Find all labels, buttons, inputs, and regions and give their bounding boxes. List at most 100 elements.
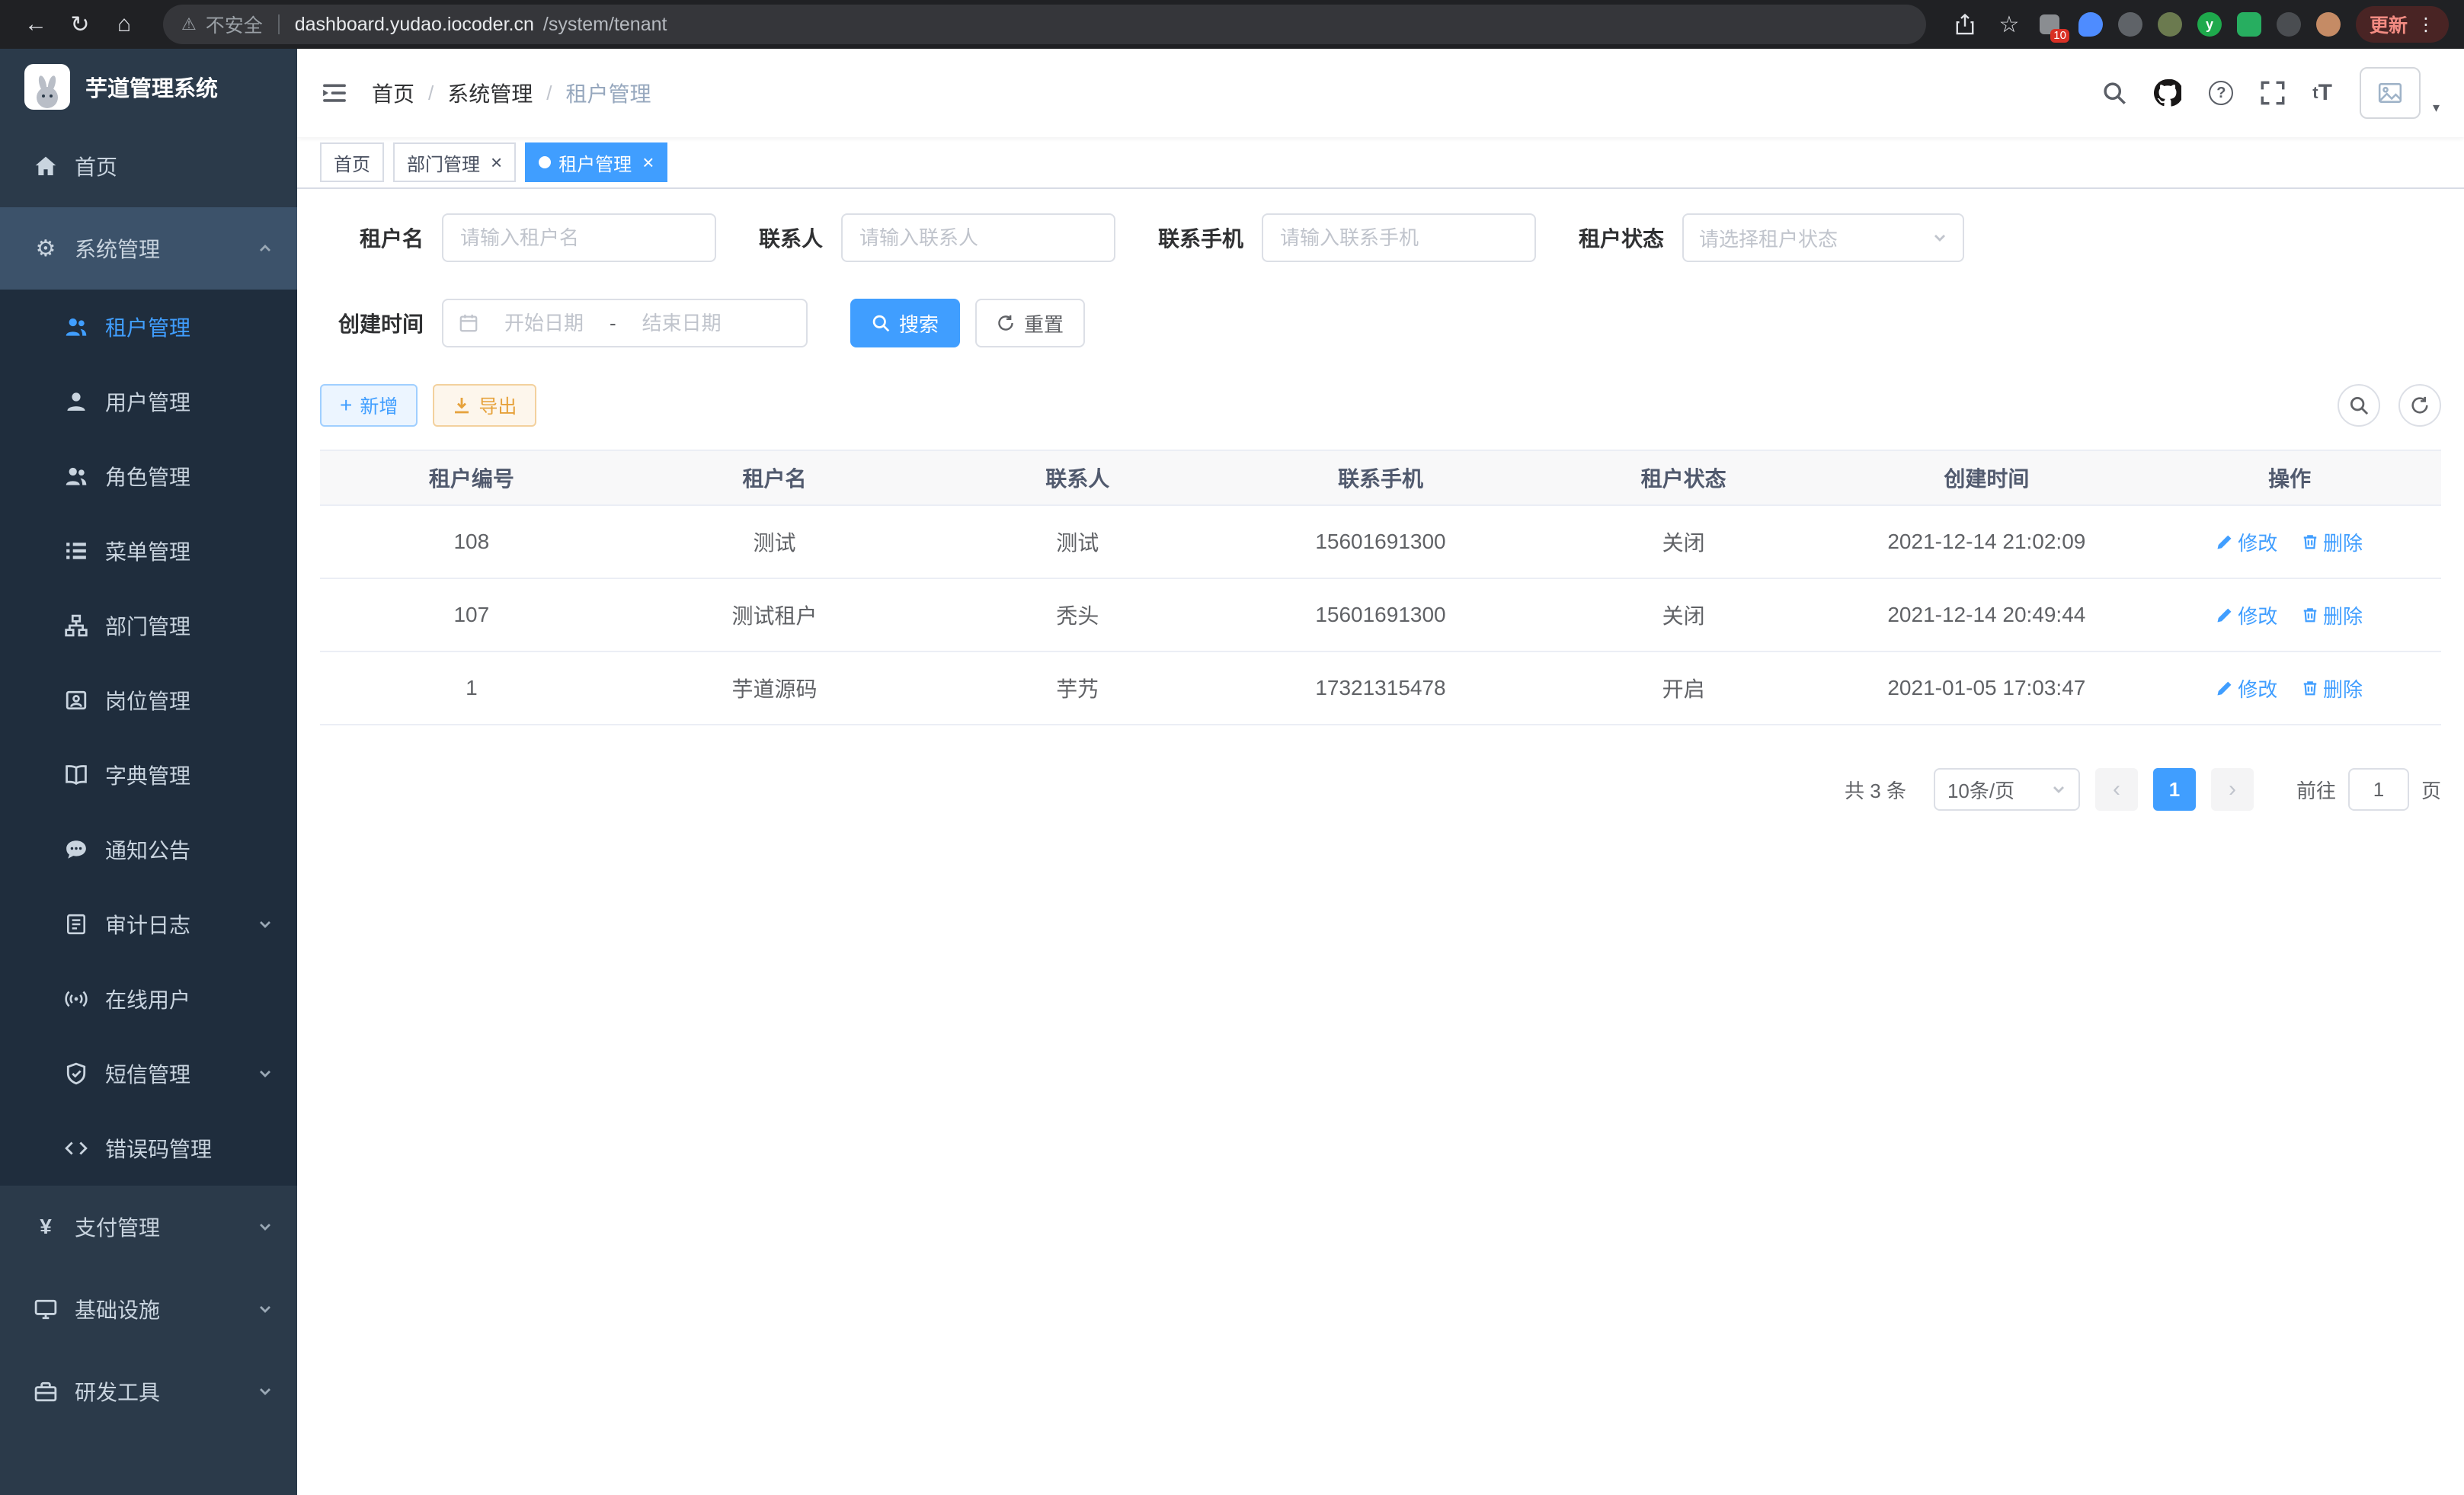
sidebar-item-sms[interactable]: 短信管理 <box>0 1036 297 1111</box>
cell-contact: 秃头 <box>926 578 1229 651</box>
extension-globe-icon[interactable] <box>2118 12 2142 37</box>
search-button-label: 搜索 <box>899 309 939 338</box>
extensions-puzzle-icon[interactable] <box>2277 12 2301 37</box>
page-number-1[interactable]: 1 <box>2153 768 2196 811</box>
share-icon[interactable] <box>1944 4 1986 45</box>
update-label: 更新 <box>2370 11 2408 38</box>
sidebar-item-post[interactable]: 岗位管理 <box>0 663 297 738</box>
reset-button[interactable]: 重置 <box>975 299 1085 347</box>
sidebar-item-dev-tools[interactable]: 研发工具 <box>0 1350 297 1433</box>
url-path: /system/tenant <box>543 14 667 36</box>
cell-status: 关闭 <box>1532 578 1835 651</box>
extension-badge-icon[interactable]: 10 <box>2036 11 2063 38</box>
sidebar-logo[interactable]: 芋道管理系统 <box>0 49 297 125</box>
chevron-down-icon <box>2051 782 2066 797</box>
fullscreen-icon[interactable] <box>2261 81 2285 105</box>
cell-contact: 芋艿 <box>926 651 1229 725</box>
sidebar-item-tenant[interactable]: 租户管理 <box>0 290 297 364</box>
address-bar[interactable]: ⚠ 不安全 dashboard.yudao.iocoder.cn/system/… <box>163 5 1926 44</box>
calendar-icon <box>459 313 478 333</box>
breadcrumb-home[interactable]: 首页 <box>372 78 414 108</box>
sidebar-item-notice[interactable]: 通知公告 <box>0 812 297 887</box>
export-button[interactable]: 导出 <box>433 384 536 427</box>
close-icon[interactable]: × <box>491 152 502 172</box>
tab-home[interactable]: 首页 <box>320 142 384 182</box>
sidebar-item-infra[interactable]: 基础设施 <box>0 1268 297 1350</box>
breadcrumb-current: 租户管理 <box>566 78 651 108</box>
page-size-select[interactable]: 10条/页 <box>1934 768 2080 811</box>
edit-link[interactable]: 修改 <box>2216 528 2277 556</box>
prev-page-button[interactable]: ‹ <box>2095 768 2138 811</box>
sidebar-item-role[interactable]: 角色管理 <box>0 439 297 514</box>
search-button[interactable]: 搜索 <box>850 299 960 347</box>
reload-icon[interactable]: ↻ <box>59 4 101 45</box>
avatar-caret-icon[interactable]: ▾ <box>2433 100 2440 116</box>
font-size-icon[interactable]: tT <box>2312 80 2332 106</box>
back-icon[interactable]: ← <box>15 4 56 45</box>
table-row: 107 测试租户 秃头 15601691300 关闭 2021-12-14 20… <box>320 578 2441 651</box>
sidebar-item-dict[interactable]: 字典管理 <box>0 738 297 812</box>
table-row: 108 测试 测试 15601691300 关闭 2021-12-14 21:0… <box>320 505 2441 578</box>
help-icon[interactable]: ? <box>2209 81 2233 105</box>
sidebar-item-online-users[interactable]: 在线用户 <box>0 962 297 1036</box>
extension-chat-icon[interactable] <box>2237 12 2261 37</box>
edit-link[interactable]: 修改 <box>2216 601 2277 629</box>
people-icon <box>64 465 88 488</box>
phone-input[interactable] <box>1262 213 1536 262</box>
sidebar-item-menu[interactable]: 菜单管理 <box>0 514 297 588</box>
add-button[interactable]: + 新增 <box>320 384 418 427</box>
sidebar-item-user[interactable]: 用户管理 <box>0 364 297 439</box>
status-select[interactable]: 请选择租户状态 <box>1682 213 1964 262</box>
sidebar-item-dept[interactable]: 部门管理 <box>0 588 297 663</box>
sidebar-item-system[interactable]: ⚙ 系统管理 <box>0 207 297 290</box>
extension-y-icon[interactable]: y <box>2197 12 2222 37</box>
user-avatar[interactable] <box>2360 67 2421 119</box>
cell-phone: 17321315478 <box>1229 651 1532 725</box>
breadcrumb-system[interactable]: 系统管理 <box>447 78 533 108</box>
main-area: 首页 / 系统管理 / 租户管理 ? tT <box>297 49 2464 1495</box>
address-separator <box>278 14 280 34</box>
sidebar-item-label: 短信管理 <box>105 1058 190 1089</box>
sidebar-fold-icon[interactable] <box>322 80 347 106</box>
delete-link[interactable]: 删除 <box>2302 528 2363 556</box>
delete-link[interactable]: 删除 <box>2302 601 2363 629</box>
contact-input[interactable] <box>841 213 1115 262</box>
edit-link[interactable]: 修改 <box>2216 674 2277 703</box>
sidebar-item-audit-log[interactable]: 审计日志 <box>0 887 297 962</box>
browser-menu-icon[interactable]: ⋮ <box>2417 14 2435 36</box>
add-button-label: 新增 <box>360 392 398 419</box>
toggle-search-button[interactable] <box>2338 384 2380 427</box>
date-end-input[interactable] <box>622 312 741 335</box>
header-search-icon[interactable] <box>2102 81 2126 105</box>
sidebar-item-label: 系统管理 <box>75 233 160 264</box>
tenant-name-input[interactable] <box>442 213 716 262</box>
browser-home-icon[interactable]: ⌂ <box>104 4 145 45</box>
sidebar-item-payment[interactable]: ¥ 支付管理 <box>0 1186 297 1268</box>
breadcrumb: 首页 / 系统管理 / 租户管理 <box>372 78 651 108</box>
app-title: 芋道管理系统 <box>85 71 218 103</box>
date-start-input[interactable] <box>485 312 603 335</box>
next-page-button[interactable]: › <box>2211 768 2254 811</box>
sidebar-item-label: 基础设施 <box>75 1294 160 1324</box>
broadcast-icon <box>64 988 88 1010</box>
tab-tenant[interactable]: 租户管理 × <box>525 142 667 182</box>
date-range-picker[interactable]: - <box>442 299 808 347</box>
close-icon[interactable]: × <box>642 152 654 172</box>
navbar-actions: ? tT ▾ <box>2102 67 2440 119</box>
extension-sphere-icon[interactable] <box>2158 12 2182 37</box>
delete-link[interactable]: 删除 <box>2302 674 2363 703</box>
bookmark-star-icon[interactable]: ☆ <box>1989 4 2030 45</box>
sidebar-item-error-code[interactable]: 错误码管理 <box>0 1111 297 1186</box>
github-icon[interactable] <box>2154 79 2181 107</box>
tab-dept[interactable]: 部门管理 × <box>393 142 516 182</box>
chevron-down-icon <box>258 1219 273 1234</box>
yen-icon: ¥ <box>34 1215 58 1239</box>
sidebar-item-label: 审计日志 <box>105 909 190 940</box>
browser-profile-avatar[interactable] <box>2316 12 2341 37</box>
browser-update-button[interactable]: 更新 ⋮ <box>2356 6 2449 43</box>
extension-drop-icon[interactable] <box>2078 12 2103 37</box>
refresh-table-button[interactable] <box>2398 384 2441 427</box>
goto-page-input[interactable] <box>2348 768 2409 811</box>
cell-tenant-id: 108 <box>320 505 623 578</box>
sidebar-item-home[interactable]: 首页 <box>0 125 297 207</box>
